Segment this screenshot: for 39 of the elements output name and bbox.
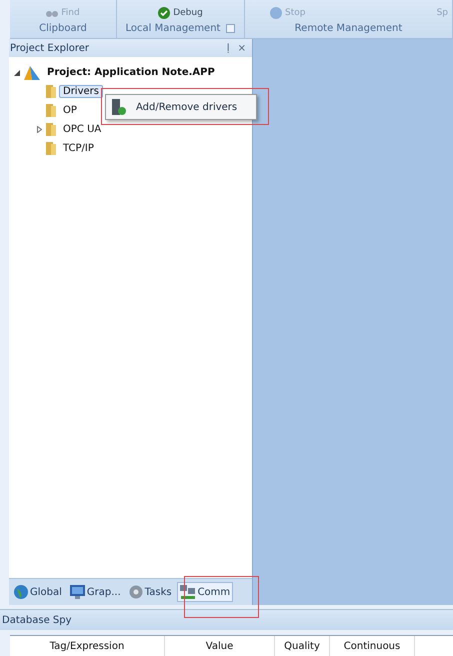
group-label: Clipboard [39,22,87,34]
column-header[interactable]: Tag/Expression [10,636,165,656]
binoculars-icon [46,8,58,18]
column-header[interactable]: Continuous [330,636,415,656]
gear-icon [128,585,143,599]
monitor-icon [70,585,85,599]
panel-tab[interactable]: Tasks [126,582,175,602]
panel-tab[interactable]: Comm [176,582,234,602]
folder-icon [46,85,56,98]
tree-item[interactable]: TCP/IP [59,142,98,155]
dialog-launcher-icon[interactable] [226,24,236,32]
close-button[interactable]: × [238,42,246,54]
folder-icon [46,104,56,117]
panel-tab[interactable]: Grap... [66,582,124,602]
column-header[interactable]: Quality [275,636,330,656]
check-circle-icon [158,7,170,19]
group-label: Remote Management [294,22,402,34]
tree-item[interactable]: Project: Application Note.APP [43,66,219,79]
group-label: Local Management [126,22,220,34]
collapse-arrow-icon[interactable] [14,70,20,76]
panel-title: Project Explorer [10,42,90,54]
folder-icon [46,123,56,136]
column-header[interactable]: Value [165,636,275,656]
ribbon-button[interactable]: Debug [173,7,203,19]
driver-add-icon [112,99,126,115]
folder-icon [46,142,56,155]
menu-label: Add/Remove drivers [136,102,238,112]
stop-icon [270,7,282,19]
panel-tab[interactable]: Global [11,582,65,602]
expand-arrow-icon[interactable] [36,126,42,133]
menu-item[interactable]: Add/Remove drivers [106,95,238,119]
globe-icon [14,585,28,599]
tree-item[interactable]: OPC UA [59,123,106,136]
network-icon [180,585,196,599]
panel-title: Database Spy [2,614,72,626]
triangle-logo-icon [24,66,40,80]
tree-item[interactable]: OP [59,104,81,117]
pin-button[interactable]: ḷ [226,42,230,54]
tree-item[interactable]: Drivers [59,85,103,98]
